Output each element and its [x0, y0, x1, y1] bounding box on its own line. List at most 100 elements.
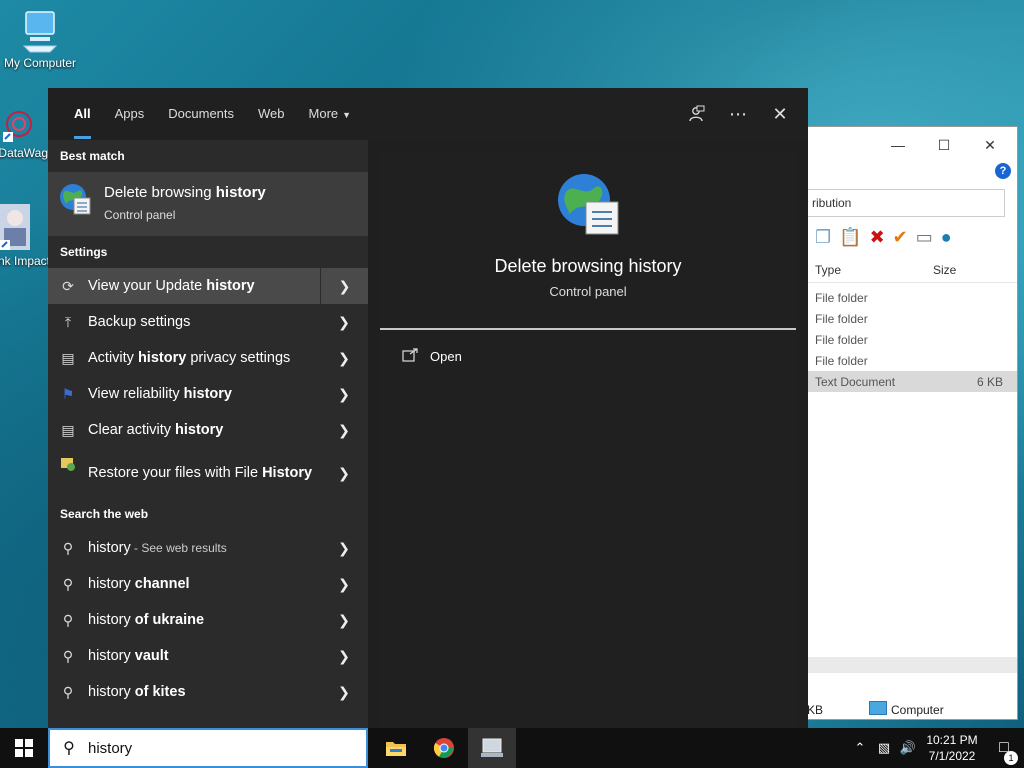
system-tray: ⌃ ▧ 🔊 10:21 PM 7/1/2022 □ 1 [848, 728, 1024, 768]
tab-all[interactable]: All [62, 88, 103, 140]
computer-app-icon [481, 738, 503, 757]
help-icon[interactable]: ? [995, 163, 1011, 179]
flag-icon: ⚑ [61, 385, 75, 402]
timeline-icon: ▤ [61, 349, 75, 366]
file-row[interactable]: File folder [807, 287, 1017, 308]
taskbar: ⚲ ⌃ ▧ 🔊 10:21 PM 7/1/2022 □ 1 [0, 728, 1024, 768]
paste-icon[interactable]: 📋 [839, 227, 861, 248]
internet-options-icon [58, 182, 92, 216]
network-icon[interactable]: ▧ [872, 740, 896, 756]
more-options-icon[interactable]: ⋯ [728, 100, 748, 128]
preview-divider [380, 328, 796, 330]
file-row[interactable]: File folder [807, 329, 1017, 350]
search-icon: ⚲ [62, 647, 74, 664]
file-row[interactable]: File folder [807, 308, 1017, 329]
web-result-item[interactable]: ⚲ history vault ❯ [48, 638, 368, 674]
open-label: Open [430, 349, 462, 364]
search-panel: All Apps Documents Web More ▼ ⋯ ✕ Best ma… [48, 88, 808, 730]
setting-item-file-history[interactable]: Restore your files with File History ❯ [48, 448, 368, 498]
taskbar-active-app[interactable] [468, 728, 516, 768]
maximize-icon[interactable]: ☐ [921, 137, 967, 154]
tab-web[interactable]: Web [246, 88, 297, 140]
column-type[interactable]: Type [815, 263, 841, 277]
minimize-icon[interactable]: — [875, 137, 921, 153]
desktop-icon-honkai-impact[interactable]: Honk Impact [0, 204, 50, 269]
web-result-label: history - See web results [88, 540, 227, 556]
explorer-window[interactable]: — ☐ ✕ ? ribution ❐ 📋 ✖ ✔ ▭ ● Type Size F… [806, 126, 1018, 720]
chevron-right-icon[interactable]: ❯ [320, 376, 368, 412]
internet-options-icon [556, 172, 620, 236]
web-result-item[interactable]: ⚲ history - See web results ❯ [48, 530, 368, 566]
computer-icon [20, 10, 60, 54]
desktop-icon-datawag[interactable]: DataWag [0, 108, 48, 160]
chevron-right-icon[interactable]: ❯ [320, 448, 368, 498]
section-best-match: Best match [60, 149, 125, 163]
chrome-icon [433, 738, 454, 758]
volume-icon[interactable]: 🔊 [896, 740, 920, 756]
setting-item-clear-activity[interactable]: ▤ Clear activity history ❯ [48, 412, 368, 448]
start-button[interactable] [0, 728, 48, 768]
tab-apps[interactable]: Apps [103, 88, 157, 140]
explorer-statusbar: KB Computer [807, 699, 1017, 721]
copy-icon[interactable]: ❐ [815, 227, 831, 248]
search-icon: ⚲ [62, 575, 74, 592]
setting-label: Clear activity history [88, 422, 224, 438]
open-action[interactable]: Open [402, 348, 462, 365]
desktop-icon-label: Honk Impact [0, 254, 50, 268]
file-row[interactable]: File folder [807, 350, 1017, 371]
best-match-item[interactable]: Delete browsing history Control panel [48, 172, 368, 236]
timeline-icon: ▤ [61, 421, 75, 438]
setting-item-update-history[interactable]: ⟳ View your Update history ❯ [48, 268, 368, 304]
address-bar[interactable]: ribution [807, 189, 1005, 217]
web-result-item[interactable]: ⚲ history of ukraine ❯ [48, 602, 368, 638]
chevron-up-icon[interactable]: ⌃ [848, 740, 872, 756]
file-history-icon [48, 448, 88, 472]
taskbar-search[interactable]: ⚲ [48, 728, 368, 768]
search-icon: ⚲ [62, 611, 74, 628]
file-row-selected[interactable]: Text Document 6 KB [807, 371, 1017, 392]
checkmark-icon[interactable]: ✔ [893, 227, 908, 248]
close-icon[interactable]: ✕ [967, 137, 1013, 154]
setting-item-activity-privacy[interactable]: ▤ Activity history privacy settings ❯ [48, 340, 368, 376]
search-input[interactable] [88, 739, 338, 757]
feedback-icon[interactable] [686, 100, 706, 128]
taskbar-file-explorer[interactable] [372, 728, 420, 768]
chevron-right-icon[interactable]: ❯ [320, 674, 368, 710]
chevron-right-icon[interactable]: ❯ [320, 530, 368, 566]
horizontal-scrollbar[interactable] [807, 657, 1017, 673]
windows-logo-icon [15, 739, 33, 757]
tab-more[interactable]: More ▼ [297, 88, 364, 140]
web-result-item[interactable]: ⚲ history of kites ❯ [48, 674, 368, 710]
setting-item-reliability[interactable]: ⚑ View reliability history ❯ [48, 376, 368, 412]
file-type: File folder [815, 354, 868, 368]
chevron-right-icon[interactable]: ❯ [320, 638, 368, 674]
clock[interactable]: 10:21 PM 7/1/2022 [920, 732, 984, 764]
search-icon: ⚲ [63, 740, 75, 757]
search-tabs: All Apps Documents Web More ▼ [62, 88, 363, 140]
status-size: KB [807, 703, 824, 717]
rename-icon[interactable]: ▭ [916, 227, 933, 248]
chevron-right-icon[interactable]: ❯ [320, 412, 368, 448]
search-icon: ⚲ [62, 683, 74, 700]
setting-item-backup[interactable]: ⤒ Backup settings ❯ [48, 304, 368, 340]
web-result-item[interactable]: ⚲ history channel ❯ [48, 566, 368, 602]
column-size[interactable]: Size [933, 263, 956, 277]
web-result-label: history of kites [88, 684, 186, 700]
search-header: All Apps Documents Web More ▼ ⋯ ✕ [48, 88, 808, 140]
chevron-right-icon[interactable]: ❯ [320, 304, 368, 340]
chevron-right-icon[interactable]: ❯ [320, 268, 368, 304]
chevron-right-icon[interactable]: ❯ [320, 602, 368, 638]
preview-subtitle: Control panel [549, 284, 627, 299]
desktop-icon-my-computer[interactable]: My Computer [0, 10, 80, 70]
chevron-right-icon[interactable]: ❯ [320, 566, 368, 602]
action-center-button[interactable]: □ 1 [984, 739, 1024, 765]
taskbar-chrome[interactable] [420, 728, 468, 768]
close-icon[interactable]: ✕ [770, 100, 790, 128]
explorer-titlebar: — ☐ ✕ [807, 127, 1017, 163]
delete-icon[interactable]: ✖ [870, 227, 885, 248]
datawag-app-icon [1, 108, 35, 144]
shell-icon[interactable]: ● [941, 227, 952, 248]
file-type: File folder [815, 291, 868, 305]
tab-documents[interactable]: Documents [156, 88, 246, 140]
chevron-right-icon[interactable]: ❯ [320, 340, 368, 376]
